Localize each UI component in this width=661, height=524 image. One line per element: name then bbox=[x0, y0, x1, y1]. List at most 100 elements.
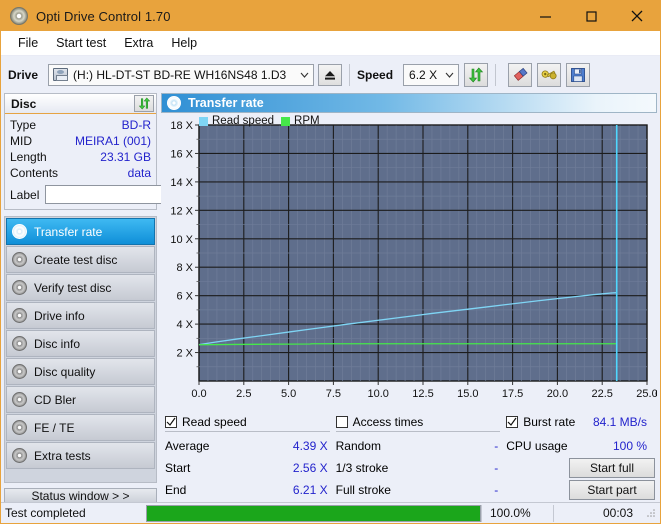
chevron-down-icon bbox=[295, 65, 313, 85]
keys-button[interactable] bbox=[537, 62, 562, 87]
refresh-button[interactable] bbox=[464, 62, 489, 87]
start-cell: Start 2.56 X bbox=[165, 461, 336, 475]
burst-rate-label: Burst rate bbox=[523, 415, 576, 429]
disc-icon bbox=[12, 224, 27, 239]
disc-length-value: 23.31 GB bbox=[100, 150, 151, 164]
end-label: End bbox=[165, 483, 187, 497]
menu-file[interactable]: File bbox=[9, 34, 47, 52]
disc-row-mid: MID MEIRA1 (001) bbox=[10, 133, 151, 149]
speed-value: 6.2 X bbox=[409, 67, 438, 82]
svg-text:10 X: 10 X bbox=[170, 234, 193, 246]
menu-help[interactable]: Help bbox=[162, 34, 206, 52]
svg-text:22.5: 22.5 bbox=[591, 388, 612, 400]
random-label: Random bbox=[335, 439, 381, 453]
end-cell: End 6.21 X bbox=[165, 483, 336, 497]
svg-text:7.5: 7.5 bbox=[326, 388, 341, 400]
sidebar-item-label: Drive info bbox=[34, 308, 85, 323]
sidebar-item-drive-info[interactable]: Drive info bbox=[6, 302, 155, 329]
save-button[interactable] bbox=[566, 62, 591, 87]
sidebar-item-disc-quality[interactable]: Disc quality bbox=[6, 358, 155, 385]
status-message: Test completed bbox=[5, 506, 86, 520]
app-disc-icon bbox=[10, 7, 28, 25]
stats-row-start: Start 2.56 X 1/3 stroke - Start full bbox=[165, 457, 655, 479]
stats-check-row: Read speed Access times Burst rate 84.1 … bbox=[165, 415, 655, 429]
eraser-icon bbox=[513, 67, 528, 81]
sidebar-item-label: Disc info bbox=[34, 336, 81, 351]
main-body: Disc Type BD-R MID MEIRA1 (001) Length 2… bbox=[1, 93, 660, 504]
sidebar-item-extra-tests[interactable]: Extra tests bbox=[6, 442, 155, 469]
start-part-button[interactable]: Start part bbox=[569, 480, 655, 500]
test-nav-list: Transfer rate Create test disc Verify te… bbox=[4, 216, 157, 483]
drive-select[interactable]: (H:) HL-DT-ST BD-RE WH16NS48 1.D3 bbox=[48, 63, 315, 86]
full-stroke-cell: Full stroke - bbox=[336, 483, 507, 497]
close-button[interactable] bbox=[614, 1, 660, 31]
svg-text:15.0: 15.0 bbox=[457, 388, 478, 400]
save-icon bbox=[571, 67, 585, 82]
toolbar-divider-1 bbox=[349, 63, 351, 86]
app-window: Opti Drive Control 1.70 File Start test … bbox=[0, 0, 661, 524]
sidebar-item-verify-test-disc[interactable]: Verify test disc bbox=[6, 274, 155, 301]
read-speed-checkbox[interactable] bbox=[165, 416, 177, 428]
disc-mid-label: MID bbox=[10, 134, 32, 148]
menu-bar: File Start test Extra Help bbox=[1, 31, 660, 55]
access-times-label: Access times bbox=[352, 415, 424, 429]
sidebar-item-disc-info[interactable]: Disc info bbox=[6, 330, 155, 357]
toolbar: Drive (H:) HL-DT-ST BD-RE WH16NS48 1.D3 … bbox=[1, 55, 660, 93]
sidebar-item-cd-bler[interactable]: CD Bler bbox=[6, 386, 155, 413]
read-speed-check-cell[interactable]: Read speed bbox=[165, 415, 336, 429]
random-cell: Random - bbox=[336, 439, 507, 453]
third-stroke-value: - bbox=[494, 461, 499, 475]
third-stroke-label: 1/3 stroke bbox=[335, 461, 389, 475]
drive-value: (H:) HL-DT-ST BD-RE WH16NS48 1.D3 bbox=[73, 67, 287, 82]
access-times-checkbox[interactable] bbox=[335, 416, 348, 428]
erase-button[interactable] bbox=[508, 62, 533, 87]
resize-grip[interactable] bbox=[645, 507, 657, 519]
svg-text:25.0: 25.0 bbox=[636, 388, 657, 400]
disc-contents-label: Contents bbox=[10, 166, 59, 180]
divider-line bbox=[335, 431, 501, 432]
start-full-label: Start full bbox=[589, 461, 634, 475]
menu-extra[interactable]: Extra bbox=[115, 34, 162, 52]
minimize-button[interactable] bbox=[522, 1, 568, 31]
eject-button[interactable] bbox=[318, 63, 343, 86]
progress-fill bbox=[147, 505, 480, 521]
sidebar-item-label: Transfer rate bbox=[34, 224, 103, 239]
status-window-label: Status window > > bbox=[31, 489, 130, 503]
menu-start-test[interactable]: Start test bbox=[47, 34, 115, 52]
legend-label-rpm: RPM bbox=[294, 115, 320, 127]
svg-text:4 X: 4 X bbox=[176, 319, 193, 331]
disc-panel-title: Disc bbox=[11, 96, 37, 111]
burst-rate-check-cell[interactable]: Burst rate 84.1 MB/s bbox=[506, 415, 655, 429]
sidebar-item-label: Create test disc bbox=[34, 252, 118, 267]
sidebar-item-create-test-disc[interactable]: Create test disc bbox=[6, 246, 155, 273]
elapsed-time: 00:03 bbox=[553, 504, 645, 522]
random-value: - bbox=[494, 439, 499, 453]
speed-select[interactable]: 6.2 X bbox=[403, 63, 460, 86]
disc-icon bbox=[12, 336, 27, 351]
svg-text:0.0: 0.0 bbox=[191, 388, 206, 400]
svg-text:2.5: 2.5 bbox=[236, 388, 251, 400]
disc-icon bbox=[12, 448, 27, 463]
chart-legend: Read speed RPM bbox=[199, 115, 320, 127]
svg-text:14 X: 14 X bbox=[170, 177, 193, 189]
disc-type-label: Type bbox=[10, 118, 37, 132]
burst-rate-checkbox[interactable] bbox=[506, 416, 519, 428]
start-label: Start bbox=[165, 461, 191, 475]
disc-icon bbox=[12, 420, 27, 435]
sidebar-item-transfer-rate[interactable]: Transfer rate bbox=[6, 218, 155, 245]
disc-icon bbox=[12, 308, 27, 323]
eject-icon bbox=[325, 70, 336, 80]
start-full-button[interactable]: Start full bbox=[569, 458, 655, 478]
disc-panel: Disc Type BD-R MID MEIRA1 (001) Length 2… bbox=[4, 93, 246, 210]
cpu-usage-label: CPU usage bbox=[506, 439, 568, 453]
svg-text:20.0: 20.0 bbox=[547, 388, 568, 400]
maximize-button[interactable] bbox=[568, 1, 614, 31]
window-title: Opti Drive Control 1.70 bbox=[36, 8, 171, 24]
sidebar-item-label: Extra tests bbox=[34, 448, 91, 463]
sidebar-item-fe-te[interactable]: FE / TE bbox=[6, 414, 155, 441]
progress-percent: 100.0% bbox=[481, 504, 553, 522]
disc-refresh-button[interactable] bbox=[134, 95, 154, 112]
average-label: Average bbox=[165, 439, 210, 453]
access-times-check-cell[interactable]: Access times bbox=[335, 415, 507, 429]
disc-length-label: Length bbox=[10, 150, 47, 164]
